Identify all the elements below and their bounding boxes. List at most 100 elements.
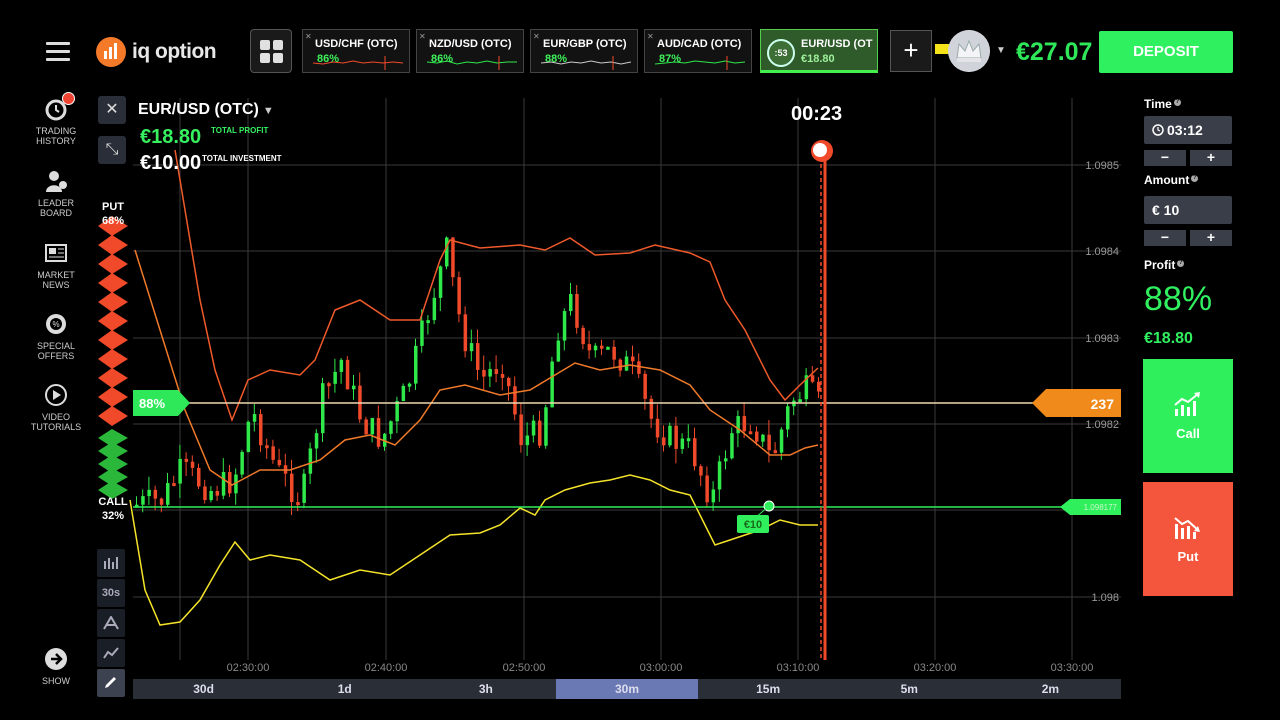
chart-asset-selector[interactable]: EUR/USD (OTC) ▼	[138, 101, 274, 119]
chart-toolbar: 30s	[97, 549, 127, 699]
candle	[271, 446, 275, 460]
timeframe-15m[interactable]: 15m	[698, 679, 839, 699]
candle	[606, 346, 610, 350]
candle	[686, 438, 691, 442]
candle	[618, 359, 623, 371]
help-icon[interactable]: ?	[1191, 175, 1199, 182]
put-chevron	[98, 273, 128, 293]
candle	[786, 406, 790, 430]
amount-input[interactable]: € 10	[1144, 196, 1232, 224]
x-tick-label: 03:20:00	[914, 662, 957, 674]
time-increase-button[interactable]: +	[1190, 150, 1232, 166]
timeframe-2m[interactable]: 2m	[980, 679, 1121, 699]
candle	[482, 369, 486, 377]
candle	[159, 498, 164, 505]
candle	[333, 371, 337, 384]
call-button-label: Call	[1176, 426, 1200, 441]
candle	[798, 399, 802, 403]
candle-interval-button[interactable]: 30s	[97, 579, 125, 607]
candle	[190, 461, 195, 468]
put-chevron	[98, 311, 128, 331]
amount-increase-button[interactable]: +	[1190, 230, 1232, 246]
help-icon[interactable]: ?	[1177, 260, 1185, 267]
candle	[414, 345, 418, 384]
indicators-icon[interactable]	[97, 609, 125, 637]
candle	[265, 445, 269, 449]
candle	[556, 340, 561, 362]
chart-asset-name: EUR/USD (OTC)	[138, 101, 259, 118]
expiry-countdown: 00:23	[791, 103, 843, 125]
candle	[519, 414, 523, 446]
collapse-icon[interactable]: ⤡	[98, 136, 126, 164]
candle	[370, 418, 375, 435]
expiry-time-field[interactable]: 03:12	[1144, 116, 1232, 144]
call-sentiment-pct: 32%	[101, 510, 125, 522]
candle	[432, 297, 437, 321]
timeframe-3h[interactable]: 3h	[415, 679, 556, 699]
candle	[221, 472, 226, 496]
put-chevron	[98, 254, 128, 274]
candle	[631, 356, 635, 362]
candle	[773, 450, 778, 454]
candle	[730, 433, 734, 459]
put-chevron	[98, 349, 128, 369]
put-chevron	[98, 292, 128, 312]
payout-tag-label: 88%	[139, 396, 165, 411]
candle	[314, 433, 319, 449]
candle	[141, 496, 145, 505]
pencil-icon[interactable]	[97, 669, 125, 697]
time-decrease-button[interactable]: −	[1144, 150, 1186, 166]
timeframe-5m[interactable]: 5m	[839, 679, 980, 699]
timeframe-30d[interactable]: 30d	[133, 679, 274, 699]
candle	[736, 416, 740, 434]
candle	[215, 491, 220, 496]
candle	[538, 420, 542, 446]
candle	[302, 473, 306, 503]
candle	[655, 418, 660, 438]
candle	[401, 385, 406, 402]
x-tick-label: 02:40:00	[365, 662, 408, 674]
drawing-tools-icon[interactable]	[97, 639, 125, 667]
call-sentiment-label: CALL	[98, 496, 128, 508]
candle	[308, 448, 313, 474]
candle	[153, 489, 158, 499]
timeframe-1d[interactable]: 1d	[274, 679, 415, 699]
candle	[277, 459, 282, 466]
candle	[699, 466, 703, 476]
candle	[476, 343, 480, 370]
timeframe-30m[interactable]: 30m	[556, 679, 698, 699]
candle	[624, 356, 629, 371]
put-button-label: Put	[1177, 549, 1199, 564]
candle	[817, 381, 821, 392]
candle	[643, 373, 647, 399]
candle	[178, 458, 182, 484]
candle	[197, 467, 201, 487]
call-button[interactable]: Call	[1143, 359, 1233, 473]
x-tick-label: 03:10:00	[777, 662, 820, 674]
candle	[810, 375, 815, 382]
candle	[637, 361, 641, 374]
candle	[420, 320, 424, 346]
put-chevron	[98, 387, 128, 407]
chart-type-icon[interactable]	[97, 549, 125, 577]
chevron-down-icon: ▼	[262, 105, 274, 117]
candle	[581, 327, 585, 345]
candle	[600, 345, 604, 349]
y-tick-label: 1.0984	[1085, 246, 1119, 258]
expiry-marker-inner	[813, 143, 827, 157]
candle	[438, 266, 443, 298]
put-button[interactable]: Put	[1143, 482, 1233, 596]
candle	[426, 320, 430, 324]
close-chart-icon[interactable]: ✕	[98, 96, 126, 124]
amount-decrease-button[interactable]: −	[1144, 230, 1186, 246]
profit-percent: 88%	[1144, 280, 1213, 318]
candle	[761, 434, 765, 442]
trend-down-icon	[1174, 517, 1200, 539]
candle	[674, 425, 678, 449]
candle	[587, 344, 592, 351]
candle	[562, 311, 567, 341]
candle	[748, 431, 753, 435]
put-chevron	[98, 330, 128, 350]
x-tick-label: 03:30:00	[1051, 662, 1094, 674]
help-icon[interactable]: ?	[1173, 99, 1181, 106]
